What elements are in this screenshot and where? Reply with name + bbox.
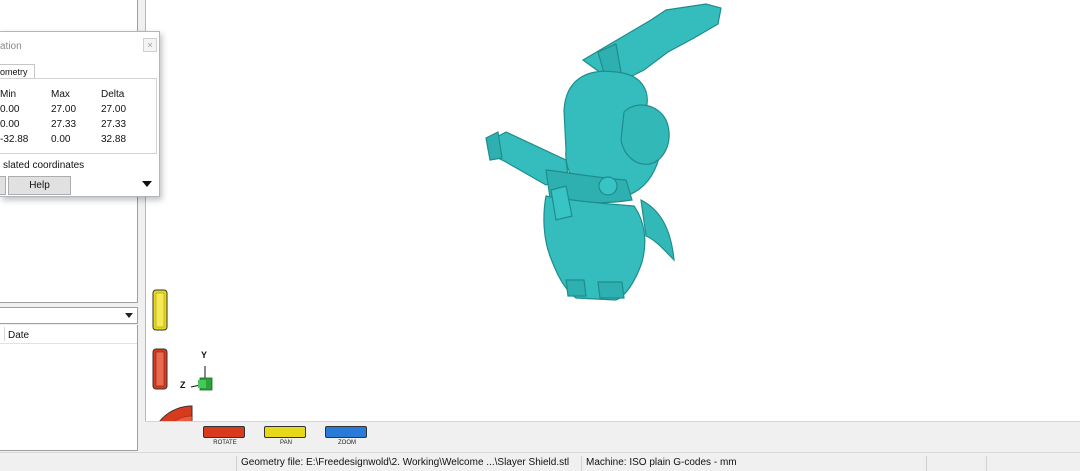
3d-viewport[interactable]	[145, 0, 1080, 421]
cell-y-max: 27.33	[51, 119, 77, 130]
column-separator[interactable]	[4, 327, 5, 341]
cell-x-max: 27.00	[51, 104, 77, 115]
cell-x-min: 0.00	[0, 104, 20, 115]
expand-arrow-icon[interactable]	[142, 181, 152, 187]
app-window: Date ation × ometry Min Max Delta 0.00 2…	[0, 0, 1080, 471]
history-dropdown[interactable]	[0, 307, 138, 324]
axis-y-label: Y	[201, 350, 208, 360]
history-list[interactable]: Date	[0, 325, 138, 451]
close-button[interactable]: ×	[143, 38, 157, 52]
rotate-control[interactable]: ROTATE	[203, 426, 247, 446]
pan-dial[interactable]	[152, 289, 168, 331]
cell-y-min: 0.00	[0, 119, 20, 130]
help-button[interactable]: Help	[8, 176, 71, 195]
dialog-title: ation	[0, 41, 22, 52]
stl-model[interactable]	[485, 3, 722, 301]
ok-button[interactable]	[0, 176, 6, 195]
model-canvas[interactable]	[146, 0, 1080, 421]
zoom-control[interactable]: ZOOM	[325, 426, 369, 446]
pan-strip[interactable]	[264, 426, 306, 438]
chevron-down-icon[interactable]	[125, 313, 133, 318]
tab-geometry[interactable]: ometry	[0, 64, 35, 79]
pan-control[interactable]: PAN	[264, 426, 308, 446]
cell-y-delta: 27.33	[101, 119, 127, 130]
extents-table: Min Max Delta 0.00 27.00 27.00 0.00 27.3…	[0, 78, 157, 154]
cell-z-min: -32.88	[0, 134, 29, 145]
cell-z-max: 0.00	[51, 134, 71, 145]
status-geometry-file: Geometry file: E:\Freedesignwold\2. Work…	[236, 456, 581, 471]
dimensions-dialog: ation × ometry Min Max Delta 0.00 27.00 …	[0, 31, 160, 197]
rotate-label: ROTATE	[213, 440, 237, 446]
zoom-strip[interactable]	[325, 426, 367, 438]
column-header-max: Max	[51, 89, 70, 100]
status-machine: Machine: ISO plain G-codes - mm	[581, 456, 926, 471]
list-header: Date	[0, 325, 137, 344]
cell-z-delta: 32.88	[101, 134, 127, 145]
column-header-date[interactable]: Date	[8, 330, 29, 341]
status-bar: Geometry file: E:\Freedesignwold\2. Work…	[0, 452, 1080, 471]
column-header-min: Min	[0, 89, 17, 100]
rotate-strip[interactable]	[203, 426, 245, 438]
cell-x-delta: 27.00	[101, 104, 127, 115]
status-pane-empty-1	[926, 456, 986, 471]
translated-coordinates-label: slated coordinates	[3, 160, 85, 171]
axis-triad-icon	[190, 366, 213, 391]
axis-z-label: Z	[180, 380, 186, 390]
rotate-dial[interactable]	[152, 348, 168, 390]
zoom-label: ZOOM	[338, 440, 356, 446]
column-header-delta: Delta	[101, 89, 125, 100]
status-pane-empty-2	[986, 456, 1046, 471]
pan-label: PAN	[280, 440, 292, 446]
